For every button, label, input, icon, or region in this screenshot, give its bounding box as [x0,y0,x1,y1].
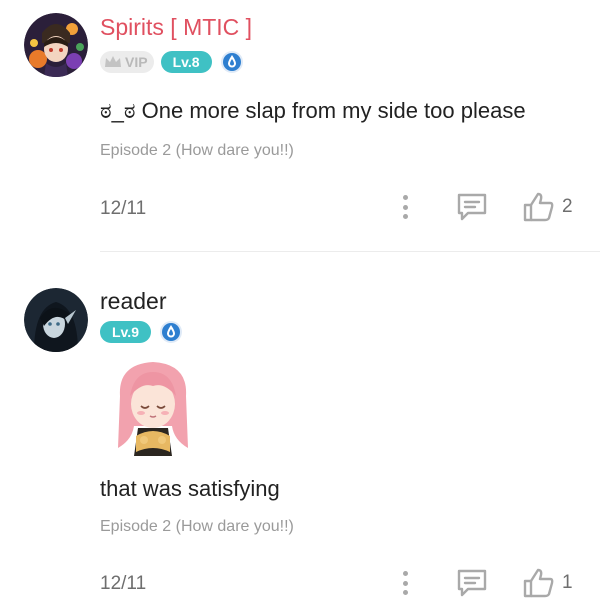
username[interactable]: Spirits [ MTIC ] [100,13,252,41]
crown-icon [105,56,121,67]
vip-badge: VIP [100,51,154,73]
level-badge: Lv.9 [100,321,151,343]
thumbs-up-icon [523,192,554,222]
verified-drop-icon [159,321,182,343]
verified-drop-icon [220,51,243,73]
episode-link[interactable]: Episode 2 (How dare you!!) [100,142,294,160]
like-count: 1 [562,572,573,593]
like-button[interactable]: 2 [522,191,573,223]
like-count: 2 [562,196,573,217]
thumbs-up-icon [523,568,554,598]
episode-link[interactable]: Episode 2 (How dare you!!) [100,518,294,536]
vip-label: VIP [125,54,148,70]
more-options-button[interactable] [393,569,417,597]
avatar[interactable] [24,13,88,77]
vertical-dots-icon [402,571,408,576]
sticker-image [118,362,188,456]
vertical-dots-icon [402,195,408,200]
comment-text: that was satisfying [100,476,280,501]
comment-bubble-icon[interactable] [455,191,489,223]
avatar[interactable] [24,288,88,352]
comment-bubble-icon[interactable] [455,567,489,599]
comment-item: reader Lv.9 that was satisfying Episode … [0,252,600,614]
user-badges: Lv.9 [100,320,183,344]
user-badges: VIP Lv.8 [100,50,244,74]
like-button[interactable]: 1 [522,567,573,599]
level-badge: Lv.8 [160,51,212,73]
more-options-button[interactable] [393,193,417,221]
comment-item: Spirits [ MTIC ] VIP Lv.8 ಠ_ಠ One more s… [0,0,600,252]
comment-date: 12/11 [100,198,147,219]
comment-date: 12/11 [100,573,147,594]
comment-text: ಠ_ಠ One more slap from my side too pleas… [100,98,526,123]
username[interactable]: reader [100,287,166,315]
